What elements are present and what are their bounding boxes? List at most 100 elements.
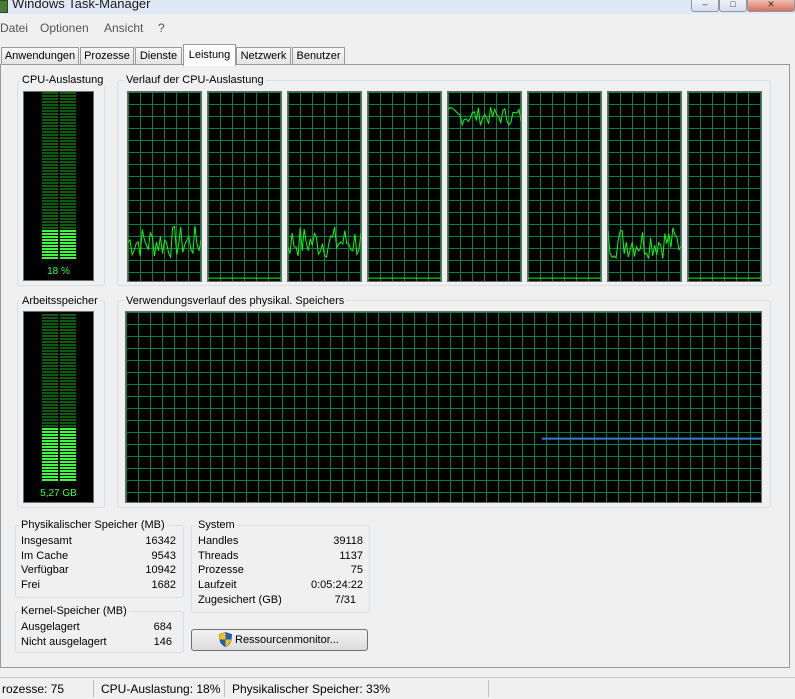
meter-segment xyxy=(42,98,58,100)
meter-segment xyxy=(42,185,58,187)
tab-dienste[interactable]: Dienste xyxy=(135,47,182,65)
meter-segment xyxy=(60,431,76,433)
meter-segment xyxy=(42,341,58,343)
meter-segment xyxy=(60,185,76,187)
maximize-button[interactable]: □ xyxy=(719,0,747,12)
status-memory: Physikalischer Speicher: 33% xyxy=(232,682,391,696)
meter-segment xyxy=(42,233,58,235)
meter-segment xyxy=(42,365,58,367)
memory-meter: 5,27 GB xyxy=(23,311,94,503)
meter-segment xyxy=(60,458,76,460)
pm-label-available: Verfügbar xyxy=(21,564,69,576)
meter-segment xyxy=(42,395,58,397)
meter-segment xyxy=(42,464,58,466)
meter-segment xyxy=(42,434,58,436)
cpu-usage-value: 18 % xyxy=(47,266,70,277)
resource-monitor-button[interactable]: Ressourcenmonitor... xyxy=(191,629,368,651)
meter-segment xyxy=(42,377,58,379)
meter-segment xyxy=(60,470,76,472)
meter-segment xyxy=(60,233,76,235)
meter-segment xyxy=(60,395,76,397)
meter-segment xyxy=(60,452,76,454)
meter-segment xyxy=(60,230,76,232)
meter-segment xyxy=(42,257,58,259)
tab-netzwerk[interactable]: Netzwerk xyxy=(236,47,291,65)
menu-optionen[interactable]: Optionen xyxy=(40,21,89,35)
meter-segment xyxy=(42,404,58,406)
meter-segment xyxy=(42,95,58,97)
meter-segment xyxy=(60,146,76,148)
meter-segment xyxy=(60,116,76,118)
sys-value-commit: 7/31 xyxy=(334,594,356,606)
meter-segment xyxy=(60,392,76,394)
pm-label-cache: Im Cache xyxy=(21,550,69,562)
window-title: Windows Task-Manager xyxy=(12,0,151,11)
meter-segment xyxy=(60,254,76,256)
meter-segment xyxy=(42,359,58,361)
menu-help[interactable]: ? xyxy=(158,21,165,35)
sys-value-handles: 39118 xyxy=(333,535,363,547)
meter-segment xyxy=(60,95,76,97)
meter-segment xyxy=(60,206,76,208)
meter-segment xyxy=(42,206,58,208)
meter-segment xyxy=(42,140,58,142)
meter-segment xyxy=(60,221,76,223)
meter-segment xyxy=(42,128,58,130)
meter-segment xyxy=(60,410,76,412)
menu-ansicht[interactable]: Ansicht xyxy=(104,21,143,35)
taskmanager-icon xyxy=(0,0,8,13)
meter-segment xyxy=(60,194,76,196)
meter-segment xyxy=(42,164,58,166)
meter-segment xyxy=(60,239,76,241)
tab-leistung[interactable]: Leistung xyxy=(183,44,236,66)
meter-segment xyxy=(42,131,58,133)
meter-segment xyxy=(42,122,58,124)
sys-label-threads: Threads xyxy=(198,550,239,562)
minimize-button[interactable]: – xyxy=(691,0,719,12)
meter-segment xyxy=(42,248,58,250)
meter-segment xyxy=(60,197,76,199)
tab-anwendungen[interactable]: Anwendungen xyxy=(1,47,79,65)
meter-segment xyxy=(42,461,58,463)
meter-segment xyxy=(42,317,58,319)
meter-segment xyxy=(42,416,58,418)
meter-segment xyxy=(60,110,76,112)
sys-label-commit: Zugesichert (GB) xyxy=(198,594,282,606)
meter-segment xyxy=(60,383,76,385)
meter-segment xyxy=(60,374,76,376)
meter-segment xyxy=(42,221,58,223)
meter-segment xyxy=(60,332,76,334)
meter-segment xyxy=(60,446,76,448)
meter-segment xyxy=(42,152,58,154)
meter-segment xyxy=(60,380,76,382)
meter-segment xyxy=(42,197,58,199)
meter-segment xyxy=(42,320,58,322)
status-cpu: CPU-Auslastung: 18% xyxy=(101,682,221,696)
meter-segment xyxy=(42,314,58,316)
meter-segment xyxy=(60,176,76,178)
meter-segment xyxy=(42,251,58,253)
meter-segment xyxy=(42,191,58,193)
cpu-core-graph xyxy=(607,91,682,282)
meter-segment xyxy=(60,428,76,430)
pm-label-free: Frei xyxy=(21,579,40,591)
meter-segment xyxy=(60,215,76,217)
meter-segment xyxy=(60,257,76,259)
meter-segment xyxy=(42,242,58,244)
meter-segment xyxy=(60,98,76,100)
menu-datei[interactable]: Datei xyxy=(0,21,28,35)
meter-segment xyxy=(42,218,58,220)
sys-label-handles: Handles xyxy=(198,535,239,547)
meter-segment xyxy=(42,443,58,445)
meter-segment xyxy=(60,191,76,193)
sys-label-uptime: Laufzeit xyxy=(198,579,237,591)
close-button[interactable]: ✕ xyxy=(747,0,795,12)
meter-segment xyxy=(60,119,76,121)
meter-segment xyxy=(42,323,58,325)
status-separator xyxy=(93,680,94,697)
system-title: System xyxy=(196,519,237,531)
meter-segment xyxy=(42,203,58,205)
tab-benutzer[interactable]: Benutzer xyxy=(292,47,345,65)
tab-prozesse[interactable]: Prozesse xyxy=(80,47,134,65)
meter-segment xyxy=(60,104,76,106)
